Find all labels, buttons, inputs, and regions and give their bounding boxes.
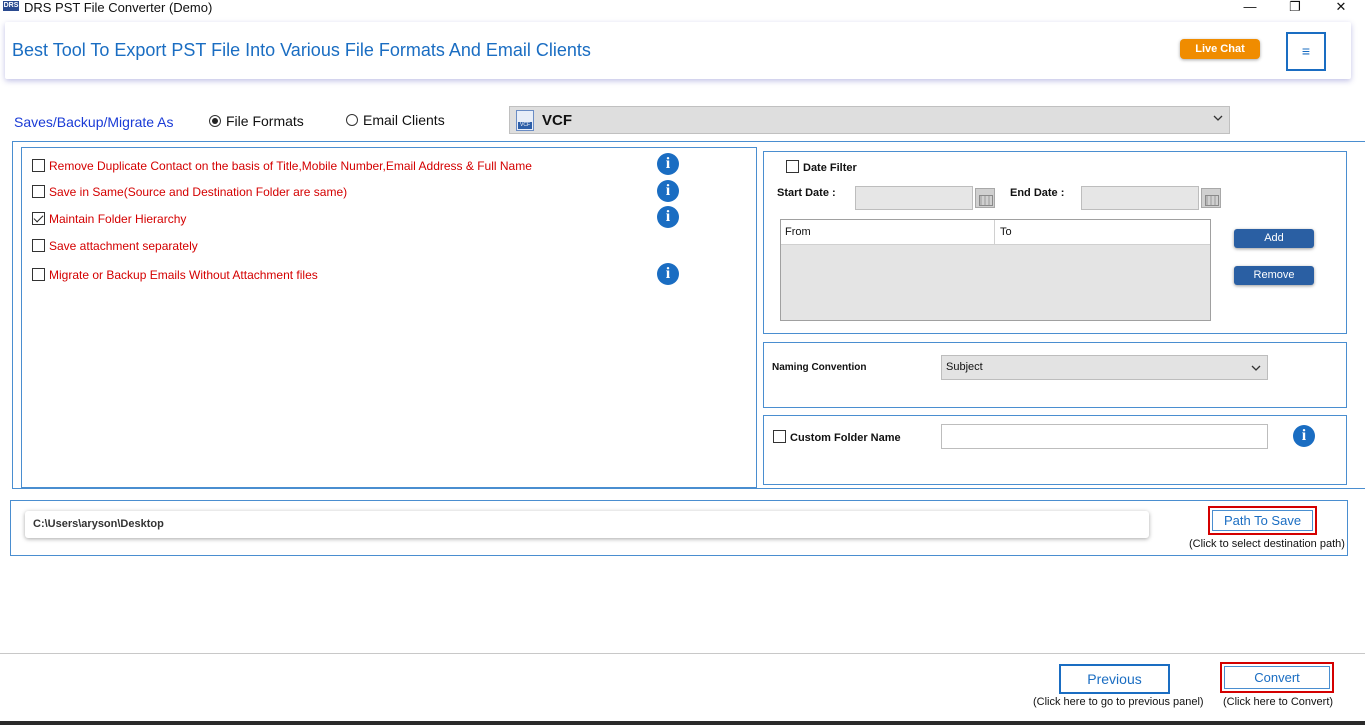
- previous-hint: (Click here to go to previous panel): [1033, 696, 1204, 708]
- calendar-icon[interactable]: [975, 188, 995, 208]
- option-label: Remove Duplicate Contact on the basis of…: [49, 159, 532, 173]
- radio-unselected-icon: [346, 114, 358, 126]
- checkbox[interactable]: [32, 159, 45, 172]
- option-without-attachment[interactable]: Migrate or Backup Emails Without Attachm…: [32, 268, 318, 284]
- close-button[interactable]: ✕: [1326, 0, 1356, 16]
- custom-folder-input[interactable]: [941, 424, 1268, 449]
- destination-path-panel: C:\Users\aryson\Desktop Path To Save (Cl…: [10, 500, 1348, 556]
- maximize-button[interactable]: ❐: [1280, 0, 1310, 16]
- custom-folder-toggle[interactable]: Custom Folder Name: [773, 430, 901, 444]
- info-icon[interactable]: i: [657, 206, 679, 228]
- radio-file-formats[interactable]: File Formats: [209, 113, 304, 129]
- previous-button[interactable]: Previous: [1059, 664, 1170, 694]
- window-title: DRS PST File Converter (Demo): [24, 0, 213, 15]
- chevron-down-icon: [1213, 115, 1223, 121]
- hamburger-menu-button[interactable]: ≡: [1286, 32, 1326, 71]
- option-label: Migrate or Backup Emails Without Attachm…: [49, 268, 318, 282]
- option-remove-duplicate[interactable]: Remove Duplicate Contact on the basis of…: [32, 159, 532, 175]
- app-window: DRS DRS PST File Converter (Demo) — ❐ ✕ …: [0, 0, 1365, 725]
- path-to-save-label: Path To Save: [1212, 510, 1313, 531]
- naming-convention-value: Subject: [946, 361, 983, 373]
- destination-path-value: C:\Users\aryson\Desktop: [33, 518, 164, 530]
- custom-folder-label: Custom Folder Name: [790, 432, 901, 444]
- naming-convention-label: Naming Convention: [772, 362, 867, 373]
- naming-convention-dropdown[interactable]: Subject: [941, 355, 1268, 380]
- date-range-table[interactable]: From To: [780, 219, 1211, 321]
- date-filter-toggle[interactable]: Date Filter: [786, 160, 857, 174]
- custom-folder-panel: Custom Folder Name i: [763, 415, 1347, 485]
- info-icon[interactable]: i: [657, 263, 679, 285]
- option-save-in-same[interactable]: Save in Same(Source and Destination Fold…: [32, 185, 347, 201]
- calendar-icon[interactable]: [1201, 188, 1221, 208]
- destination-path-field[interactable]: C:\Users\aryson\Desktop: [25, 511, 1149, 538]
- live-chat-button[interactable]: Live Chat: [1180, 39, 1260, 59]
- option-label: Save in Same(Source and Destination Fold…: [49, 185, 348, 199]
- option-label: Save attachment separately: [49, 239, 198, 253]
- save-as-label: Saves/Backup/Migrate As: [14, 114, 174, 130]
- app-logo-icon: DRS: [3, 1, 19, 11]
- column-divider: [994, 220, 995, 245]
- info-icon[interactable]: i: [657, 180, 679, 202]
- checkbox[interactable]: [773, 430, 786, 443]
- add-button[interactable]: Add: [1234, 229, 1314, 248]
- minimize-button[interactable]: —: [1235, 0, 1265, 16]
- option-maintain-hierarchy[interactable]: Maintain Folder Hierarchy: [32, 212, 186, 228]
- option-label: Maintain Folder Hierarchy: [49, 212, 187, 226]
- end-date-input[interactable]: [1081, 186, 1199, 210]
- naming-convention-panel: Naming Convention Subject: [763, 342, 1347, 408]
- radio-email-clients[interactable]: Email Clients: [346, 112, 445, 128]
- radio-email-clients-label: Email Clients: [363, 112, 445, 128]
- date-filter-label: Date Filter: [803, 162, 857, 174]
- format-dropdown-value: VCF: [542, 112, 572, 129]
- column-to: To: [1000, 226, 1012, 238]
- footer-divider: [0, 653, 1365, 654]
- format-dropdown[interactable]: VCF VCF: [509, 106, 1230, 134]
- start-date-label: Start Date :: [777, 187, 836, 199]
- checkbox[interactable]: [32, 268, 45, 281]
- date-filter-panel: Date Filter Start Date : End Date : From…: [763, 151, 1347, 334]
- vcf-file-icon: VCF: [516, 110, 534, 131]
- path-hint: (Click to select destination path): [1189, 538, 1345, 550]
- radio-file-formats-label: File Formats: [226, 113, 304, 129]
- info-icon[interactable]: i: [1293, 425, 1315, 447]
- checkbox[interactable]: [786, 160, 799, 173]
- title-bar: DRS DRS PST File Converter (Demo) — ❐ ✕: [0, 0, 1365, 16]
- chevron-down-icon: [1251, 365, 1261, 371]
- page-title: Best Tool To Export PST File Into Variou…: [12, 40, 591, 60]
- taskbar-edge: [0, 721, 1365, 725]
- options-panel: Remove Duplicate Contact on the basis of…: [21, 147, 757, 488]
- remove-button[interactable]: Remove: [1234, 266, 1314, 285]
- checkbox[interactable]: [32, 185, 45, 198]
- convert-hint: (Click here to Convert): [1223, 696, 1334, 708]
- header-banner: Best Tool To Export PST File Into Variou…: [5, 22, 1351, 79]
- end-date-label: End Date :: [1010, 187, 1065, 199]
- radio-selected-icon: [209, 115, 221, 127]
- convert-button[interactable]: Convert: [1220, 662, 1334, 693]
- option-save-attachment[interactable]: Save attachment separately: [32, 239, 198, 255]
- table-header: From To: [781, 220, 1210, 245]
- convert-label: Convert: [1224, 666, 1330, 689]
- checkbox-checked[interactable]: [32, 212, 45, 225]
- path-to-save-button[interactable]: Path To Save: [1208, 506, 1317, 535]
- checkbox[interactable]: [32, 239, 45, 252]
- menu-icon: ≡: [1301, 43, 1311, 59]
- start-date-input[interactable]: [855, 186, 973, 210]
- column-from: From: [785, 226, 811, 238]
- info-icon[interactable]: i: [657, 153, 679, 175]
